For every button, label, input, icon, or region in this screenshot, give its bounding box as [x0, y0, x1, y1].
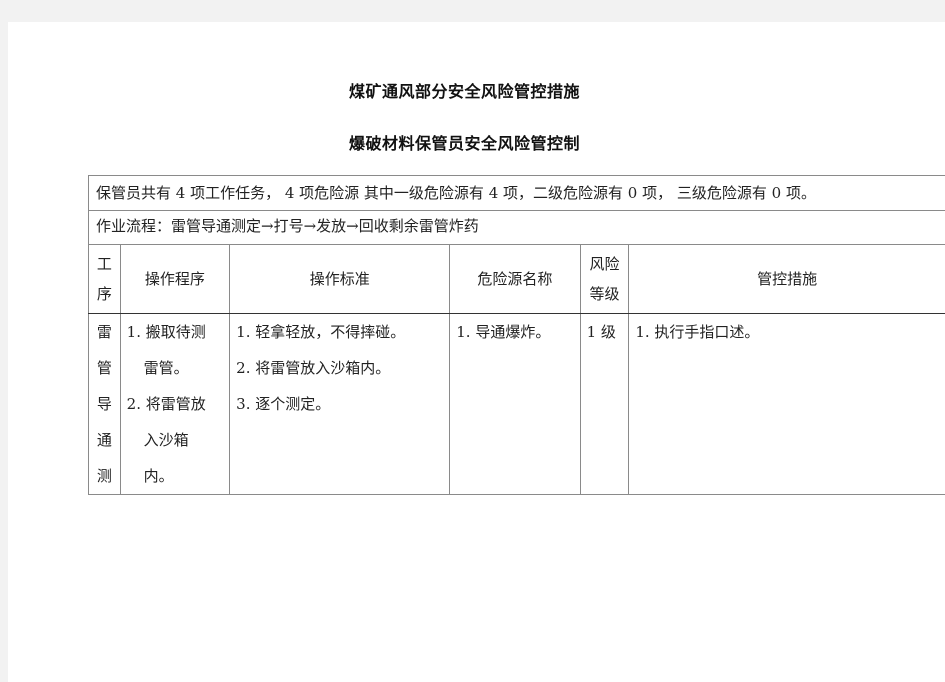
- workflow-row: 作业流程：雷管导通测定→打号→发放→回收剩余雷管炸药: [89, 211, 945, 245]
- summary-row: 保管员共有 4 项工作任务， 4 项危险源 其中一级危险源有 4 项，二级危险源…: [89, 176, 945, 211]
- summary-text: 保管员共有 4 项工作任务， 4 项危险源 其中一级危险源有 4 项，二级危险源…: [89, 176, 945, 211]
- workflow-text: 作业流程：雷管导通测定→打号→发放→回收剩余雷管炸药: [89, 211, 945, 245]
- step-line: 入沙箱: [121, 422, 230, 458]
- step-line: 1. 搬取待测: [121, 314, 230, 350]
- table-header-row: 工 序 操作程序 操作标准 危险源名称 风险 等级 管控措施: [89, 245, 945, 314]
- control-cell: 1. 执行手指口述。: [629, 314, 945, 495]
- header-standard: 操作标准: [230, 245, 450, 314]
- standard-line: 1. 轻拿轻放，不得摔碰。: [230, 314, 449, 350]
- hazard-text: 1. 导通爆炸。: [450, 314, 579, 350]
- steps-cell: 1. 搬取待测 雷管。 2. 将雷管放 入沙箱 内。: [120, 314, 230, 495]
- standard-cell: 1. 轻拿轻放，不得摔碰。 2. 将雷管放入沙箱内。 3. 逐个测定。: [230, 314, 450, 495]
- step-line: 2. 将雷管放: [121, 386, 230, 422]
- header-process-char: 序: [89, 279, 120, 309]
- header-process-char: 工: [89, 249, 120, 279]
- process-char: 通: [89, 422, 120, 458]
- control-text: 1. 执行手指口述。: [629, 314, 945, 350]
- header-level-line: 等级: [581, 279, 629, 309]
- standard-line: 2. 将雷管放入沙箱内。: [230, 350, 449, 386]
- risk-control-table: 保管员共有 4 项工作任务， 4 项危险源 其中一级危险源有 4 项，二级危险源…: [88, 175, 945, 495]
- standard-line: 3. 逐个测定。: [230, 386, 449, 422]
- process-char: 管: [89, 350, 120, 386]
- document-title: 煤矿通风部分安全风险管控措施: [0, 78, 937, 102]
- step-line: 雷管。: [121, 350, 230, 386]
- hazard-cell: 1. 导通爆炸。: [450, 314, 580, 495]
- header-process: 工 序: [89, 245, 121, 314]
- header-steps: 操作程序: [120, 245, 230, 314]
- header-hazard: 危险源名称: [450, 245, 580, 314]
- table-row: 雷 管 导 通 测 1. 搬取待测 雷管。 2. 将雷管放 入沙箱 内。 1. …: [89, 314, 945, 495]
- document-subtitle: 爆破材料保管员安全风险管控制: [0, 130, 937, 154]
- header-control: 管控措施: [629, 245, 945, 314]
- step-line: 内。: [121, 458, 230, 494]
- process-cell: 雷 管 导 通 测: [89, 314, 121, 495]
- header-level: 风险 等级: [580, 245, 629, 314]
- header-level-line: 风险: [581, 249, 629, 279]
- process-char: 雷: [89, 314, 120, 350]
- process-char: 导: [89, 386, 120, 422]
- process-char: 测: [89, 458, 120, 494]
- level-text: 1 级: [581, 314, 629, 350]
- level-cell: 1 级: [580, 314, 629, 495]
